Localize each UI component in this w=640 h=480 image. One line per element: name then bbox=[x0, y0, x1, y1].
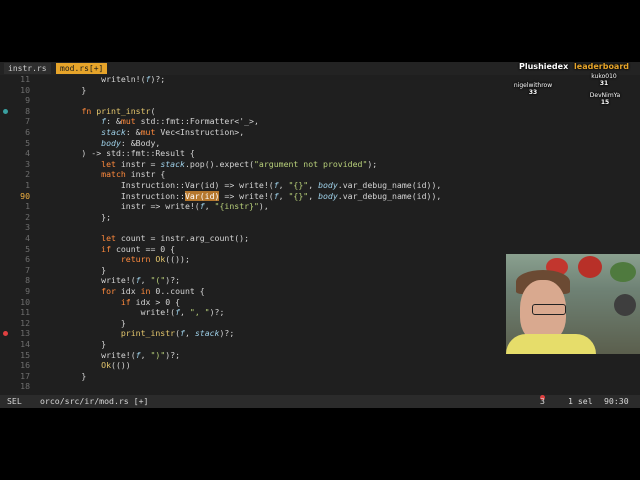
code-text[interactable]: if count == 0 { bbox=[42, 244, 175, 255]
code-line[interactable]: 9 bbox=[0, 95, 640, 106]
webcam-overlay bbox=[506, 254, 640, 354]
line-number: 7 bbox=[25, 116, 30, 127]
code-text[interactable]: let instr = stack.pop().expect("argument… bbox=[42, 159, 377, 170]
line-number: 10 bbox=[20, 84, 30, 95]
code-text[interactable]: }; bbox=[42, 212, 111, 223]
line-number: 18 bbox=[20, 381, 30, 392]
line-number: 4 bbox=[25, 148, 30, 159]
code-line[interactable]: 3 bbox=[0, 222, 640, 233]
code-text[interactable]: } bbox=[42, 339, 106, 350]
glasses bbox=[532, 304, 566, 315]
code-text[interactable]: } bbox=[42, 318, 126, 329]
line-number: 9 bbox=[25, 286, 30, 296]
code-text[interactable]: Ok(()) bbox=[42, 360, 131, 371]
code-text[interactable]: writeln!(f)?; bbox=[42, 74, 165, 85]
code-line[interactable]: 2 }; bbox=[0, 212, 640, 223]
line-number: 12 bbox=[20, 317, 30, 328]
plant-pot bbox=[614, 294, 636, 316]
line-number: 11 bbox=[20, 307, 30, 318]
leaderboard-title: Plushiedex leaderboard bbox=[519, 62, 630, 71]
code-line[interactable]: 2 match instr { bbox=[0, 169, 640, 180]
code-text[interactable]: if idx > 0 { bbox=[42, 297, 180, 308]
code-line[interactable]: 5 if count == 0 { bbox=[0, 244, 640, 255]
tab-instr-rs[interactable]: instr.rs bbox=[4, 63, 51, 74]
code-text[interactable]: body: &Body, bbox=[42, 138, 160, 149]
file-path: orco/src/ir/mod.rs [+] bbox=[40, 396, 149, 406]
line-number: 5 bbox=[25, 137, 30, 148]
line-number: 3 bbox=[25, 158, 30, 169]
line-number: 14 bbox=[20, 339, 30, 349]
line-number: 2 bbox=[25, 169, 30, 180]
code-text[interactable]: stack: &mut Vec<Instruction>, bbox=[42, 127, 244, 138]
code-line[interactable]: 16 Ok(()) bbox=[0, 360, 640, 371]
line-number: 5 bbox=[25, 243, 30, 254]
line-number: 90 bbox=[20, 190, 30, 201]
code-line[interactable]: 18 bbox=[0, 381, 640, 392]
code-line[interactable]: 4 ) -> std::fmt::Result { bbox=[0, 148, 640, 159]
leaderboard-entry: DevNimYa 15 bbox=[589, 92, 621, 106]
code-text[interactable]: ) -> std::fmt::Result { bbox=[42, 148, 194, 159]
tab-mod-rs[interactable]: mod.rs[+] bbox=[56, 63, 108, 74]
code-line[interactable]: 1 instr => write!(f, "{instr}"), bbox=[0, 201, 640, 212]
status-bar: SEL orco/src/ir/mod.rs [+] 3 1 sel 90:30 bbox=[0, 395, 640, 408]
line-number: 1 bbox=[25, 201, 30, 212]
code-line[interactable]: 1 Instruction::Var(id) => write!(f, "{}"… bbox=[0, 180, 640, 191]
code-text[interactable]: let count = instr.arg_count(); bbox=[42, 233, 249, 244]
line-number: 17 bbox=[20, 370, 30, 381]
code-text[interactable]: Instruction::Var(id) => write!(f, "{}", … bbox=[42, 190, 441, 202]
line-number: 9 bbox=[25, 95, 30, 106]
selection-count: 1 sel bbox=[568, 396, 593, 406]
code-text[interactable]: instr => write!(f, "{instr}"), bbox=[42, 201, 269, 212]
line-number: 1 bbox=[25, 180, 30, 190]
code-text[interactable]: match instr { bbox=[42, 169, 165, 180]
line-number: 11 bbox=[20, 74, 30, 84]
line-number: 2 bbox=[25, 211, 30, 222]
code-text[interactable]: write!(f, "(")?; bbox=[42, 275, 180, 286]
line-number: 6 bbox=[25, 254, 30, 265]
gutter-marker bbox=[3, 108, 8, 114]
code-text[interactable]: Instruction::Var(id) => write!(f, "{}", … bbox=[42, 180, 441, 191]
code-text[interactable]: } bbox=[42, 265, 106, 276]
mode-indicator: SEL bbox=[7, 396, 22, 406]
code-text[interactable]: f: &mut std::fmt::Formatter<'_>, bbox=[42, 116, 259, 127]
line-number: 15 bbox=[20, 349, 30, 360]
line-number: 6 bbox=[25, 127, 30, 137]
plant-leaves bbox=[610, 262, 636, 282]
code-text[interactable]: for idx in 0..count { bbox=[42, 286, 205, 297]
line-number: 4 bbox=[25, 233, 30, 243]
code-line[interactable]: 90 Instruction::Var(id) => write!(f, "{}… bbox=[0, 190, 640, 202]
line-number: 7 bbox=[25, 264, 30, 275]
code-text[interactable]: write!(f, ")")?; bbox=[42, 350, 180, 361]
code-editor[interactable]: instr.rs mod.rs[+] 11 writeln!(f)?; 10 } 9… bbox=[0, 62, 640, 408]
cursor-position: 90:30 bbox=[604, 396, 629, 406]
code-text[interactable]: fn print_instr( bbox=[42, 106, 155, 117]
line-number: 10 bbox=[20, 296, 30, 307]
line-number: 16 bbox=[20, 360, 30, 371]
code-line[interactable]: 17 } bbox=[0, 371, 640, 382]
code-line[interactable]: 6 stack: &mut Vec<Instruction>, bbox=[0, 127, 640, 138]
plant-pot bbox=[578, 256, 602, 278]
line-number: 8 bbox=[25, 275, 30, 286]
code-line[interactable]: 3 let instr = stack.pop().expect("argume… bbox=[0, 159, 640, 170]
code-line[interactable]: 5 body: &Body, bbox=[0, 138, 640, 149]
line-number: 3 bbox=[25, 222, 30, 233]
leaderboard-entry: kuko010 31 bbox=[591, 73, 617, 87]
code-text[interactable]: write!(f, ", ")?; bbox=[42, 307, 225, 318]
leaderboard-entry: nigelwithrow 33 bbox=[513, 82, 553, 96]
person-shirt bbox=[506, 334, 596, 354]
code-text[interactable]: } bbox=[42, 371, 86, 382]
code-text[interactable]: print_instr(f, stack)?; bbox=[42, 328, 234, 339]
code-text[interactable]: return Ok(()); bbox=[42, 254, 190, 265]
code-line[interactable]: 7 f: &mut std::fmt::Formatter<'_>, bbox=[0, 116, 640, 127]
code-line[interactable]: 4 let count = instr.arg_count(); bbox=[0, 233, 640, 244]
code-text[interactable]: } bbox=[42, 85, 86, 96]
code-line[interactable]: 8 fn print_instr( bbox=[0, 106, 640, 117]
